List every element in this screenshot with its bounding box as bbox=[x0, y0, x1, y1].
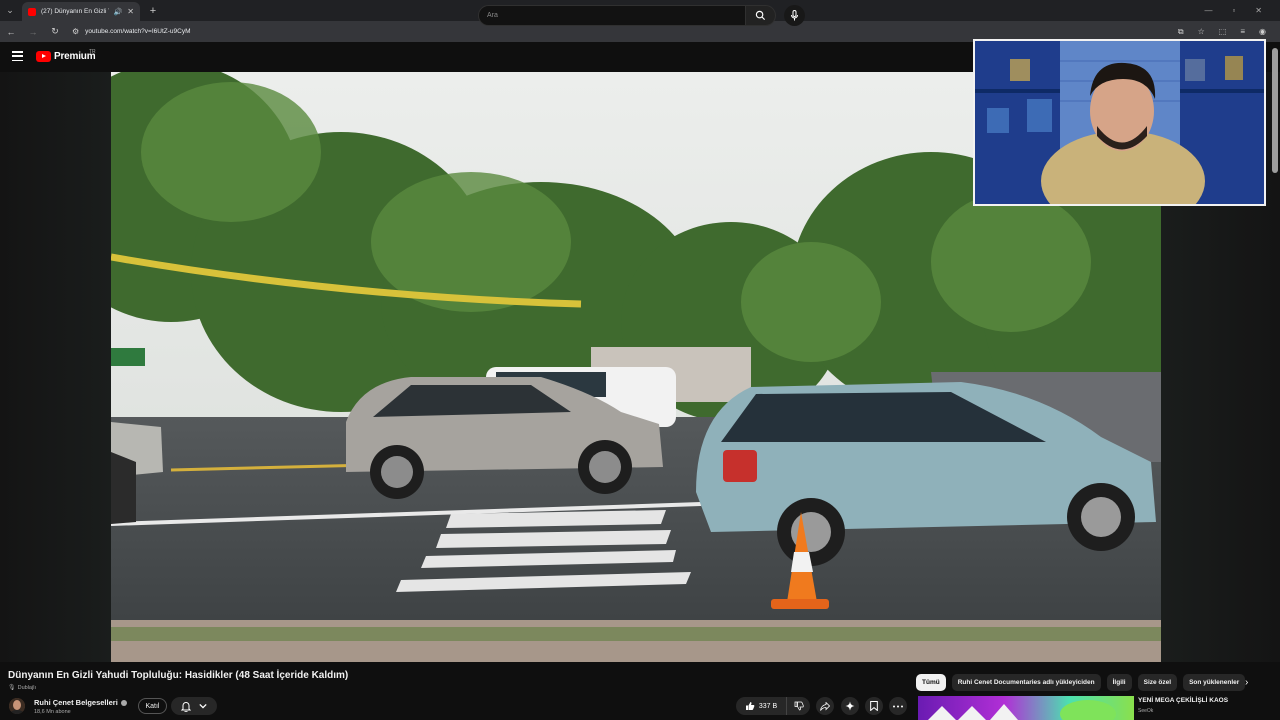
chevron-down-icon bbox=[199, 703, 207, 709]
search-placeholder: Ara bbox=[487, 12, 498, 19]
install-app-icon[interactable]: ⧉ bbox=[1178, 27, 1184, 37]
country-code: TR bbox=[89, 49, 96, 55]
youtube-favicon-icon bbox=[28, 7, 36, 16]
menu-icon[interactable] bbox=[12, 51, 23, 61]
search-icon bbox=[755, 10, 766, 21]
profile-icon[interactable]: ◉ bbox=[1259, 27, 1266, 36]
new-tab-icon[interactable]: + bbox=[146, 5, 160, 17]
minimize-icon[interactable]: — bbox=[1204, 6, 1212, 15]
channel-avatar[interactable] bbox=[9, 698, 25, 714]
share-icon bbox=[820, 701, 830, 711]
verified-icon bbox=[120, 699, 127, 706]
tab-title: (27) Dünyanın En Gizli Yah... bbox=[41, 8, 109, 15]
thumbnail-image bbox=[928, 700, 1116, 720]
bookmark-icon bbox=[870, 701, 878, 711]
subscription-bell-button[interactable] bbox=[171, 697, 217, 715]
player-ambient-left bbox=[0, 72, 111, 662]
extensions-icon[interactable]: ⬚ bbox=[1219, 27, 1227, 36]
close-tab-icon[interactable]: ✕ bbox=[127, 7, 134, 16]
ask-ai-button[interactable] bbox=[841, 697, 859, 715]
bookmark-star-icon[interactable]: ☆ bbox=[1198, 27, 1205, 36]
bell-icon bbox=[181, 701, 191, 712]
close-window-icon[interactable]: ✕ bbox=[1255, 6, 1262, 15]
microphone-icon bbox=[791, 10, 798, 21]
page-scrollbar[interactable] bbox=[1272, 48, 1278, 173]
like-count: 337 B bbox=[758, 702, 778, 710]
recommendation-title[interactable]: YENİ MEGA ÇEKİLİŞLİ KAOS bbox=[1138, 697, 1228, 704]
maximize-icon[interactable]: ▫ bbox=[1232, 6, 1235, 15]
dislike-button[interactable] bbox=[786, 697, 810, 715]
chip-for-you[interactable]: Size özel bbox=[1137, 674, 1178, 691]
video-title: Dünyanın En Gizli Yahudi Topluluğu: Hasi… bbox=[8, 670, 349, 681]
address-bar[interactable]: ⚙ youtube.com/watch?v=I6UtZ-u9CyM bbox=[72, 24, 190, 39]
recommendation-thumbnail[interactable] bbox=[918, 696, 1134, 720]
facecam-image bbox=[975, 41, 1264, 204]
save-button[interactable] bbox=[865, 697, 883, 715]
url-text: youtube.com/watch?v=I6UtZ-u9CyM bbox=[85, 28, 191, 35]
subscriber-count: 18,6 Mn abone bbox=[34, 709, 71, 715]
facecam-overlay bbox=[973, 39, 1266, 206]
channel-name[interactable]: Ruhi Çenet Belgeselleri bbox=[34, 698, 127, 707]
site-info-icon[interactable]: ⚙ bbox=[72, 27, 79, 36]
chip-recently-uploaded[interactable]: Son yüklenenler bbox=[1183, 674, 1246, 691]
avatar-image bbox=[9, 698, 25, 714]
thumbs-up-icon bbox=[745, 702, 755, 710]
chip-from-uploader[interactable]: Ruhi Cenet Documentaries adlı yükleyicid… bbox=[951, 674, 1101, 691]
dubbed-text: Dublajlı bbox=[17, 684, 36, 691]
channel-name-text: Ruhi Çenet Belgeselleri bbox=[34, 698, 118, 707]
chip-related[interactable]: İlgili bbox=[1106, 674, 1132, 691]
recommendation-channel: SeeOk bbox=[1138, 708, 1154, 714]
dubbed-label: 🎙 Dublajlı bbox=[8, 684, 36, 692]
tab-search-icon[interactable]: ⌄ bbox=[0, 0, 20, 21]
sparkle-icon bbox=[845, 701, 855, 711]
back-icon[interactable]: ← bbox=[6, 27, 16, 37]
speaker-icon[interactable]: 🔊 bbox=[114, 8, 123, 16]
window-controls: — ▫ ✕ bbox=[1204, 0, 1280, 21]
recommendation-filter-chips: Tümü Ruhi Cenet Documentaries adlı yükle… bbox=[916, 674, 1246, 691]
chevron-right-icon[interactable]: › bbox=[1245, 677, 1248, 688]
forward-icon[interactable]: → bbox=[28, 27, 38, 37]
more-horizontal-icon bbox=[893, 705, 903, 707]
audio-track-icon: 🎙 bbox=[8, 685, 16, 691]
reload-icon[interactable]: ↻ bbox=[50, 26, 60, 37]
reading-list-icon[interactable]: ≡ bbox=[1240, 27, 1245, 36]
youtube-play-icon bbox=[36, 51, 51, 62]
like-button[interactable]: 337 B bbox=[736, 697, 786, 715]
youtube-logo[interactable]: Premium bbox=[36, 51, 96, 62]
browser-tab-active[interactable]: (27) Dünyanın En Gizli Yah... 🔊 ✕ bbox=[22, 2, 140, 21]
more-actions-button[interactable] bbox=[889, 697, 907, 715]
chip-all[interactable]: Tümü bbox=[916, 674, 946, 691]
search-input[interactable]: Ara bbox=[478, 5, 746, 26]
join-button[interactable]: Katıl bbox=[138, 698, 167, 714]
thumbs-down-icon bbox=[794, 701, 804, 711]
search-button[interactable] bbox=[746, 5, 776, 26]
share-button[interactable] bbox=[816, 697, 834, 715]
voice-search-button[interactable] bbox=[784, 5, 805, 26]
